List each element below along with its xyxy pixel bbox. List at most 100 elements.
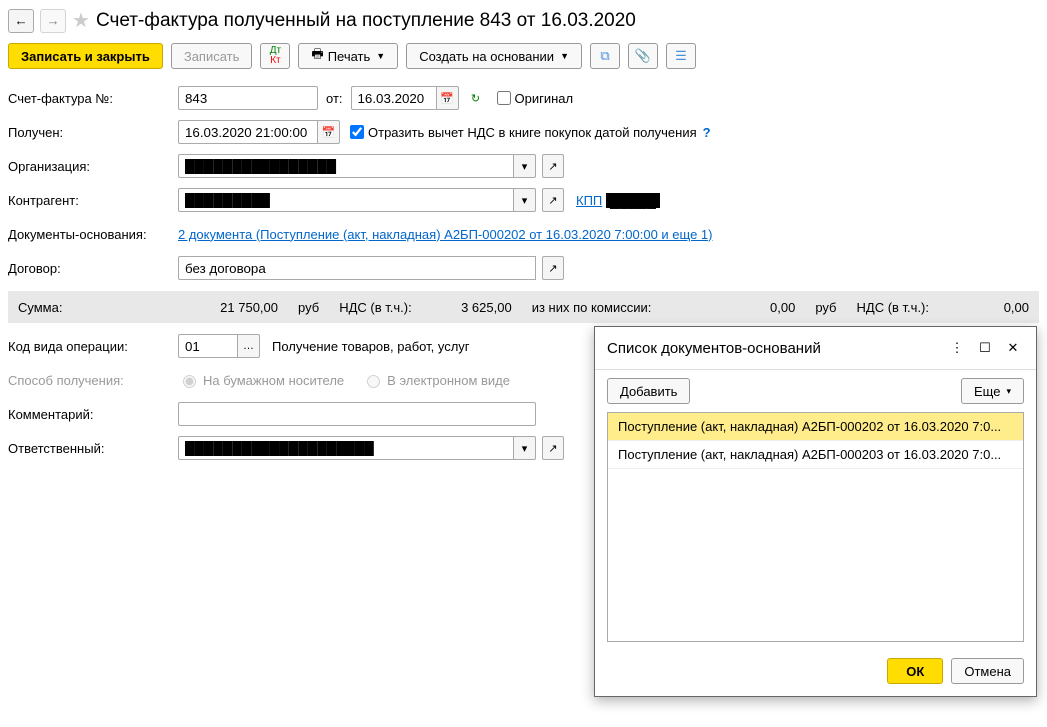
print-label: Печать [328,49,371,64]
open-icon: ↗ [548,442,557,455]
page-title: Счет-фактура полученный на поступление 8… [96,10,636,32]
radio-input [183,375,196,388]
chevron-down-icon: ▼ [560,51,569,61]
calendar-button[interactable]: 📅 [437,86,459,110]
from-label: от: [326,91,343,106]
kpp-label: КПП [576,193,602,208]
from-date-input[interactable] [351,86,437,110]
list-item[interactable]: Поступление (акт, накладная) А2БП-000202… [608,413,1023,441]
open-icon: ↗ [548,194,557,207]
list-button[interactable]: ☰ [666,43,696,69]
radio-input [367,375,380,388]
original-checkbox[interactable] [497,91,511,105]
list-icon: ☰ [675,48,687,64]
cancel-button[interactable]: Отмена [951,658,1024,684]
dropdown-button[interactable]: ▾ [514,154,536,178]
calendar-icon: 📅 [440,92,454,105]
method-electronic-radio[interactable]: В электронном виде [362,372,510,388]
structure-button[interactable]: ⧉ [590,43,620,69]
create-based-label: Создать на основании [419,49,554,64]
dropdown-button[interactable]: ▾ [514,436,536,460]
method-paper-label: На бумажном носителе [203,373,344,388]
original-label: Оригинал [515,91,574,106]
structure-icon: ⧉ [600,48,609,64]
sum-currency: руб [298,300,319,315]
chevron-down-icon: ▾ [522,160,528,173]
more-label: Еще [974,384,1000,399]
operation-code-desc: Получение товаров, работ, услуг [272,339,470,354]
paperclip-icon: 📎 [635,48,651,64]
back-button[interactable]: ← [8,9,34,33]
chevron-down-icon: ▾ [522,442,528,455]
list-item[interactable]: Поступление (акт, накладная) А2БП-000203… [608,441,1023,469]
calendar-icon: 📅 [322,126,336,139]
counterparty-label: Контрагент: [8,193,178,208]
vat-label: НДС (в т.ч.): [339,300,412,315]
more-button[interactable]: Еще ▾ [961,378,1024,404]
chevron-down-icon: ▾ [522,194,528,207]
kpp-value: █████ [606,193,660,208]
comment-input[interactable] [178,402,536,426]
basis-docs-popup: Список документов-оснований ⋮ ☐ ✕ Добави… [594,326,1037,697]
open-button[interactable]: ↗ [542,436,564,460]
select-button[interactable]: … [238,334,260,358]
responsible-input[interactable] [178,436,514,460]
help-icon[interactable]: ? [703,125,711,140]
calendar-button[interactable]: 📅 [318,120,340,144]
forward-button[interactable]: → [40,9,66,33]
open-icon: ↗ [548,160,557,173]
attach-button[interactable]: 📎 [628,43,658,69]
commission-vat-label: НДС (в т.ч.): [857,300,930,315]
arrow-left-icon: ← [14,13,27,28]
basis-docs-label: Документы-основания: [8,227,178,242]
ellipsis-icon: … [243,340,254,352]
maximize-button[interactable]: ☐ [974,337,996,359]
commission-value: 0,00 [715,300,795,315]
receive-method-label: Способ получения: [8,373,178,388]
dtkt-icon: ДтКт [270,46,281,66]
dots-icon: ⋮ [951,340,964,356]
close-button[interactable]: ✕ [1002,337,1024,359]
contract-input[interactable] [178,256,536,280]
save-close-button[interactable]: Записать и закрыть [8,43,163,69]
org-input[interactable] [178,154,514,178]
method-paper-radio[interactable]: На бумажном носителе [178,372,344,388]
received-label: Получен: [8,125,178,140]
dropdown-button[interactable]: ▾ [514,188,536,212]
sum-label: Сумма: [18,300,178,315]
chevron-down-icon: ▾ [1006,386,1011,397]
chevron-down-icon: ▼ [376,51,385,61]
open-button[interactable]: ↗ [542,188,564,212]
basis-docs-link[interactable]: 2 документа (Поступление (акт, накладная… [178,227,712,242]
maximize-icon: ☐ [979,340,991,356]
ok-button[interactable]: ОК [887,658,943,684]
vat-value: 3 625,00 [432,300,512,315]
dtkt-button[interactable]: ДтКт [260,43,290,69]
commission-vat-value: 0,00 [949,300,1029,315]
more-menu-button[interactable]: ⋮ [946,337,968,359]
arrow-right-icon: → [46,13,59,28]
kpp-link[interactable]: КПП █████ [576,193,660,208]
refresh-button[interactable]: ↻ [465,86,487,110]
open-icon: ↗ [548,262,557,275]
counterparty-input[interactable] [178,188,514,212]
add-button[interactable]: Добавить [607,378,690,404]
print-button[interactable]: 🖶 Печать ▼ [298,43,398,69]
invoice-num-input[interactable] [178,86,318,110]
open-button[interactable]: ↗ [542,154,564,178]
received-input[interactable] [178,120,318,144]
commission-currency: руб [815,300,836,315]
open-button[interactable]: ↗ [542,256,564,280]
popup-title: Список документов-оснований [607,340,940,357]
star-icon[interactable]: ★ [72,8,90,33]
save-button[interactable]: Записать [171,43,253,69]
refresh-icon: ↻ [471,92,480,105]
operation-code-input[interactable] [178,334,238,358]
popup-list: Поступление (акт, накладная) А2БП-000202… [607,412,1024,642]
printer-icon: 🖶 [311,45,323,67]
responsible-label: Ответственный: [8,441,178,456]
invoice-num-label: Счет-фактура №: [8,91,178,106]
create-based-button[interactable]: Создать на основании ▼ [406,43,582,69]
reflect-vat-checkbox[interactable] [350,125,364,139]
method-electronic-label: В электронном виде [387,373,510,388]
